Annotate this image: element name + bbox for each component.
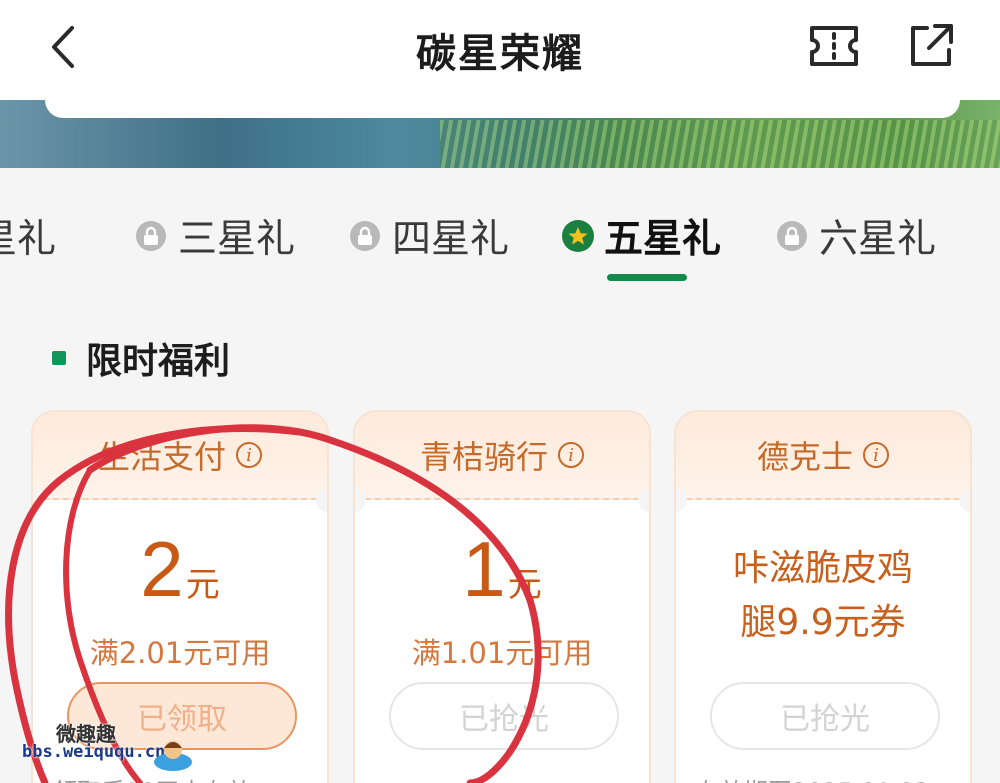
star-icon bbox=[562, 220, 594, 252]
coupon-product-line: 腿9.9元券 bbox=[740, 602, 906, 643]
lock-icon bbox=[350, 221, 380, 251]
tab-six-star[interactable]: 六星礼 bbox=[777, 208, 936, 264]
tab-label: 三星礼 bbox=[178, 217, 296, 262]
coupon-condition: 满2.01元可用 bbox=[89, 636, 271, 670]
section-title-text: 限时福利 bbox=[86, 341, 231, 382]
lock-icon bbox=[136, 221, 166, 251]
top-navigation-bar: 碳星荣耀 bbox=[0, 0, 1000, 100]
tab-four-star[interactable]: 四星礼 bbox=[350, 208, 509, 264]
lock-icon bbox=[777, 221, 807, 251]
header-banner-image bbox=[0, 100, 1000, 168]
tab-label: 五星礼 bbox=[604, 217, 722, 262]
tab-label: 六星礼 bbox=[819, 217, 937, 262]
mascot-icon bbox=[154, 741, 192, 771]
tab-two-star[interactable]: 星礼 bbox=[0, 208, 56, 264]
page-title: 碳星荣耀 bbox=[416, 31, 584, 77]
watermark: 微趣趣 bbs.weiququ.cn bbox=[0, 700, 230, 783]
coupon-card-header: 生活支付 i bbox=[33, 412, 327, 500]
coupon-card-qingju: 青桔骑行 i 1元 满1.01元可用 已抢光 bbox=[353, 410, 651, 783]
coupon-card-header: 德克士 i bbox=[676, 412, 970, 500]
coupon-brand: 青桔骑行 bbox=[419, 438, 548, 476]
card-notch bbox=[959, 488, 970, 512]
tab-three-star[interactable]: 三星礼 bbox=[136, 208, 295, 264]
sold-out-button[interactable]: 已抢光 bbox=[710, 682, 940, 750]
chevron-left-icon bbox=[52, 26, 74, 68]
info-icon[interactable]: i bbox=[558, 442, 584, 468]
star-level-tabs: 星礼 三星礼 四星礼 五星礼 六星礼 bbox=[0, 168, 1000, 288]
sold-out-button[interactable]: 已抢光 bbox=[389, 682, 619, 750]
watermark-url: bbs.weiququ.cn bbox=[22, 742, 166, 762]
coupon-validity: 有效期至2025.01.03 bbox=[696, 772, 929, 783]
card-notch bbox=[316, 488, 327, 512]
share-button[interactable] bbox=[905, 20, 957, 72]
grass-illustration bbox=[440, 120, 1000, 168]
coupon-amount: 2元 bbox=[33, 530, 327, 608]
coupon-brand: 生活支付 bbox=[97, 438, 226, 476]
coupon-amount-unit: 元 bbox=[185, 565, 220, 605]
ticket-icon bbox=[810, 26, 858, 66]
back-button[interactable] bbox=[40, 22, 90, 72]
tab-label: 星礼 bbox=[0, 217, 57, 262]
tab-label: 四星礼 bbox=[392, 217, 510, 262]
banner-overlay bbox=[45, 100, 960, 118]
coupon-brand: 德克士 bbox=[756, 438, 853, 476]
share-icon bbox=[911, 24, 953, 66]
section-marker bbox=[52, 351, 66, 365]
coupon-product: 咔滋脆皮鸡 腿9.9元券 bbox=[676, 542, 970, 650]
coupon-condition: 满1.01元可用 bbox=[411, 636, 593, 670]
info-icon[interactable]: i bbox=[236, 442, 262, 468]
coupon-amount-value: 2 bbox=[140, 525, 184, 613]
coupon-button[interactable] bbox=[808, 22, 860, 70]
coupon-amount-unit: 元 bbox=[507, 565, 542, 605]
coupon-product-line: 咔滋脆皮鸡 bbox=[732, 548, 913, 589]
info-icon[interactable]: i bbox=[863, 442, 889, 468]
coupon-card-header: 青桔骑行 i bbox=[355, 412, 649, 500]
coupon-amount: 1元 bbox=[355, 530, 649, 608]
coupon-amount-value: 1 bbox=[462, 525, 506, 613]
coupon-card-dicos: 德克士 i 咔滋脆皮鸡 腿9.9元券 已抢光 有效期至2025.01.03 bbox=[674, 410, 972, 783]
tab-five-star[interactable]: 五星礼 bbox=[562, 208, 721, 264]
card-notch bbox=[638, 488, 649, 512]
section-title: 限时福利 bbox=[52, 330, 230, 386]
active-tab-indicator bbox=[607, 274, 687, 281]
